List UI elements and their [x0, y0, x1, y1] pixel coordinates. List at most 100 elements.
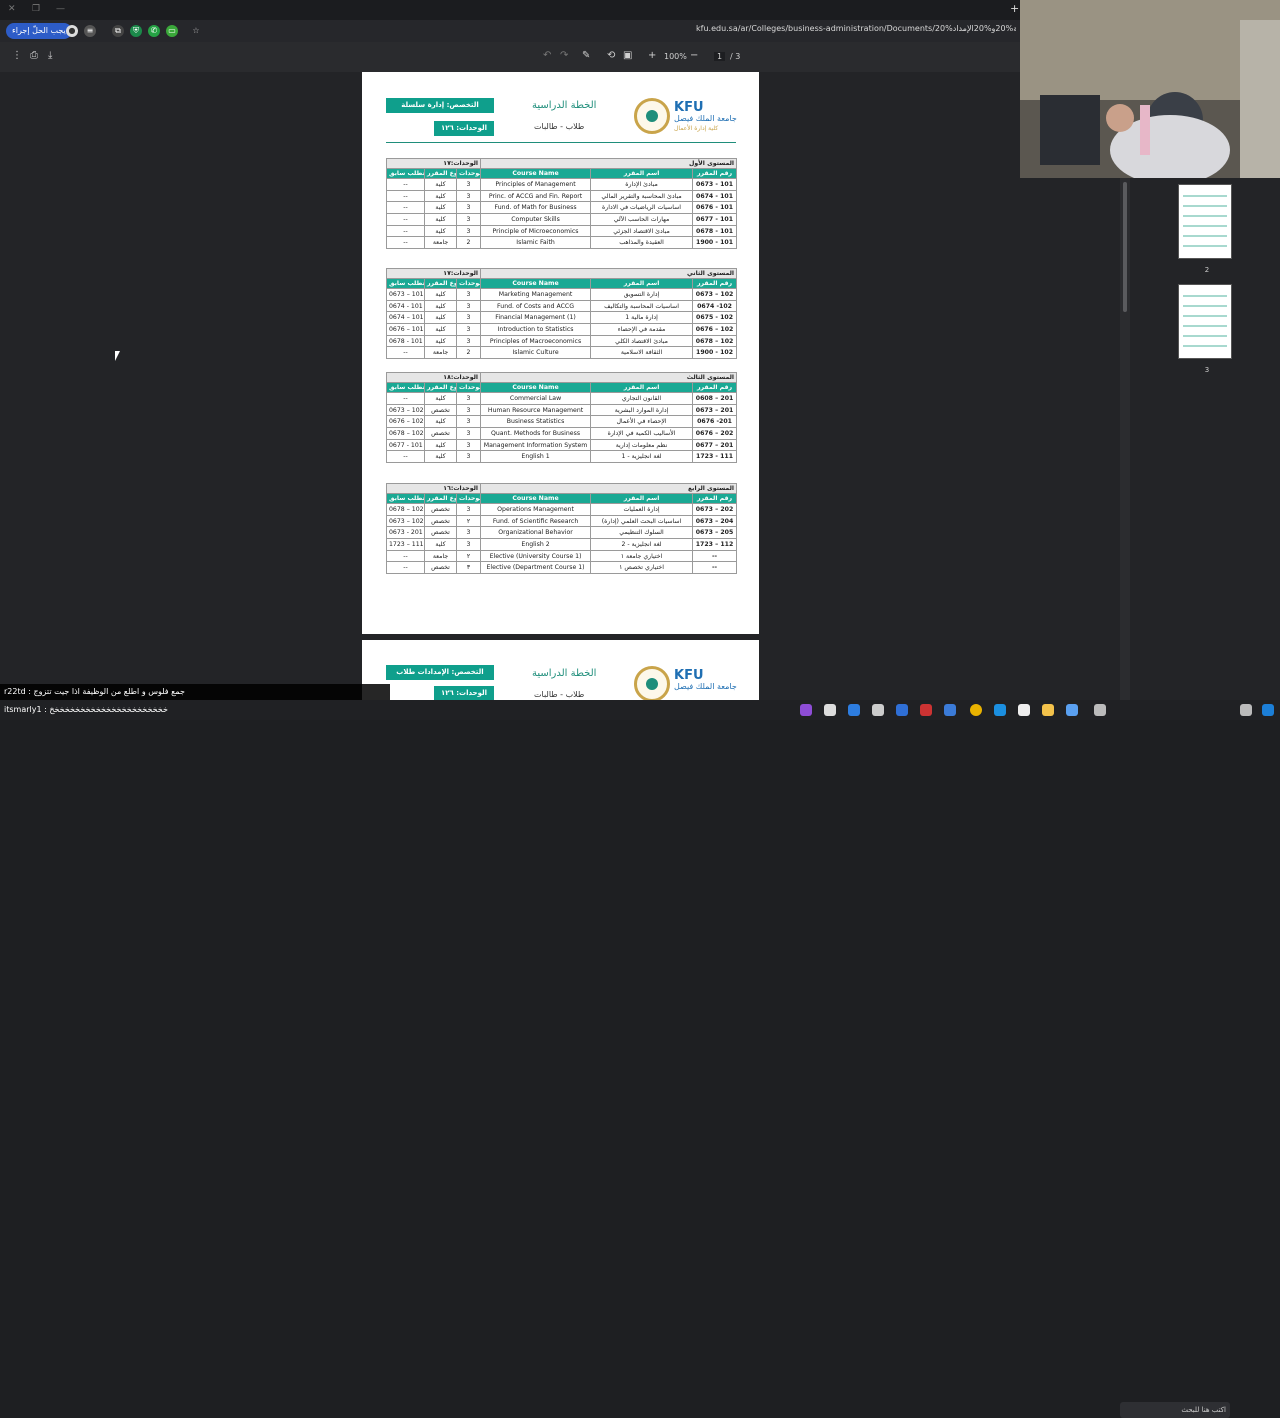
column-header-code: رقم المقرر	[692, 493, 738, 504]
taskbar-search[interactable]: اكتب هنا للبحث	[1120, 1402, 1230, 1418]
start-icon[interactable]	[1262, 704, 1274, 716]
specialization-box: التخصص: إدارة سلسلة الإمدادات	[386, 98, 494, 124]
prereq: --	[386, 392, 425, 405]
zoom-in-button[interactable]: +	[648, 50, 656, 61]
copy-icon[interactable]: ⧉	[112, 25, 124, 37]
fit-page-icon[interactable]: ▣	[623, 50, 632, 61]
extensions-icon[interactable]: ≡	[84, 25, 96, 37]
chrome-icon[interactable]	[970, 704, 982, 716]
course-type: جامعة	[424, 346, 457, 360]
restore-window-icon[interactable]: ❐	[32, 4, 40, 14]
task-view-icon[interactable]	[1094, 704, 1106, 716]
file-explorer-icon[interactable]	[1042, 704, 1054, 716]
course-units: 3	[455, 224, 482, 238]
rotate-icon[interactable]: ⟲	[607, 50, 615, 61]
thumbnail-label-3: 3	[1204, 366, 1210, 374]
app-icon-4[interactable]	[896, 704, 908, 716]
zoom-level[interactable]: 100%	[664, 52, 687, 61]
minimize-window-icon[interactable]: —	[56, 4, 65, 14]
pdf-viewer[interactable]: التخصص: إدارة سلسلة الإمدادات الوحدات: ١…	[0, 72, 1130, 710]
course-units: 3	[455, 213, 482, 226]
profile-icon[interactable]: ●	[66, 25, 78, 37]
bookmark-star-icon[interactable]: ☆	[190, 25, 202, 37]
course-code: --	[692, 549, 738, 563]
course-name-en: Operations Management	[480, 503, 592, 516]
settings-gear-icon[interactable]	[824, 704, 836, 716]
app-icon-2[interactable]	[848, 704, 860, 716]
whatsapp-icon[interactable]: ✆	[148, 25, 160, 37]
table-row: -- كلية 3 Fund. of Math for Business اساسيات…	[386, 201, 738, 215]
table-row: -- كلية 3 English 1 لغة انجليزية - 1 1723 - 1…	[386, 450, 738, 464]
shield-icon[interactable]: ⛨	[130, 25, 142, 37]
more-options-icon[interactable]: ⋮	[12, 50, 22, 61]
column-header-units: الوحدات	[455, 168, 482, 179]
course-type: تخصص	[424, 561, 457, 575]
plan-subtitle: طلاب - طالبات	[534, 122, 585, 131]
page-number-input[interactable]: 1	[714, 52, 726, 61]
course-code: 0676 – 202	[692, 427, 738, 440]
course-name-en: Organizational Behavior	[480, 526, 592, 540]
column-header-type: نوع المقرر	[424, 168, 457, 179]
zoom-out-button[interactable]: −	[690, 50, 698, 61]
course-name-ar: الثقافة الاسلامية	[590, 346, 694, 360]
column-header-type: نوع المقرر	[424, 493, 457, 504]
course-type: كلية	[424, 323, 457, 336]
course-type: جامعة	[424, 549, 457, 563]
page-total: / 3	[730, 52, 741, 61]
course-name-en: Fund. of Scientific Research	[480, 514, 592, 528]
webcam-overlay	[1020, 0, 1280, 178]
course-units: ٢	[455, 549, 482, 563]
course-name-en: Elective (Department Course 1)	[480, 561, 592, 575]
course-type: تخصص	[424, 503, 457, 516]
battery-icon[interactable]: ▭	[166, 25, 178, 37]
viewer-scrollbar[interactable]	[1120, 178, 1130, 700]
course-type: كلية	[424, 213, 457, 226]
table-row: 0673 – 102 تخصص 3 Human Resource Management…	[386, 403, 738, 417]
scrollbar-thumb[interactable]	[1123, 182, 1127, 312]
table-row: 1723 – 111 كلية 3 English 2 لغة انجليزية - 2…	[386, 538, 738, 551]
app-icon-5[interactable]	[920, 704, 932, 716]
action-required-button[interactable]: يجب الحلّ إجراء	[6, 23, 72, 39]
redo-icon[interactable]: ↷	[560, 50, 568, 61]
course-code: 1723 - 111	[692, 450, 738, 464]
course-name-ar: الأساليب الكمية في الإدارة	[590, 427, 694, 440]
thumbnail-page-3[interactable]	[1178, 284, 1232, 359]
undo-icon[interactable]: ↶	[543, 50, 551, 61]
app-icon-6[interactable]	[944, 704, 956, 716]
app-icon-1[interactable]	[800, 704, 812, 716]
column-header-name-en: Course Name	[480, 168, 592, 179]
download-icon[interactable]: ⤓	[48, 50, 52, 61]
course-name-en: Principles of Management	[480, 178, 592, 191]
edge-icon[interactable]	[994, 704, 1006, 716]
course-type: كلية	[424, 189, 457, 203]
draw-icon[interactable]: ✎	[582, 50, 590, 61]
url-field[interactable]: kfu.edu.sa/ar/Colleges/business-administ…	[696, 24, 1016, 33]
pdf-page-1: التخصص: إدارة سلسلة الإمدادات الوحدات: ١…	[362, 72, 759, 634]
level-title: المستوى الثالث	[480, 372, 738, 383]
level-units: الوحدات:١٨	[385, 372, 482, 383]
search-icon[interactable]	[1240, 704, 1252, 716]
course-name-ar: العقيدة والمذاهب	[590, 236, 694, 250]
address-bar: يجب الحلّ إجراء ● ≡ ⧉ ⛨ ✆ ▭ ☆ kfu.edu.sa…	[0, 20, 1020, 42]
table-row: 0678 – 102 تخصص 3 Quant. Methods for Busine…	[386, 427, 738, 440]
course-name-ar: إدارة الموارد البشرية	[590, 403, 694, 417]
thumbnail-panel: 2 3	[1130, 178, 1280, 700]
prereq: 0673 – 101	[386, 288, 425, 301]
thumbnail-page-2[interactable]	[1178, 184, 1232, 259]
table-row: 0676 – 102 كلية 3 Business Statistics الإحصا…	[386, 415, 738, 429]
level-table-4: الوحدات:١٦المستوى الرابع متطلب سابقنوع ال…	[385, 483, 738, 575]
table-row: -- تخصص ٣ Elective (Department Course 1) اخت…	[386, 561, 738, 575]
app-icon-3[interactable]	[872, 704, 884, 716]
new-tab-button[interactable]: +	[1010, 2, 1019, 15]
table-row: -- جامعة ٢ Elective (University Course 1) اخ…	[386, 549, 738, 563]
kfu-seal-logo	[634, 98, 670, 134]
print-icon[interactable]: ⎙	[30, 50, 38, 61]
app-icon-8[interactable]	[1066, 704, 1078, 716]
course-code: 1900 - 101	[692, 236, 738, 250]
course-units: 3	[455, 427, 482, 440]
course-units: 3	[455, 334, 482, 348]
app-icon-7[interactable]	[1018, 704, 1030, 716]
course-type: تخصص	[424, 526, 457, 540]
close-window-icon[interactable]: ✕	[8, 4, 16, 14]
course-units: 3	[455, 403, 482, 417]
